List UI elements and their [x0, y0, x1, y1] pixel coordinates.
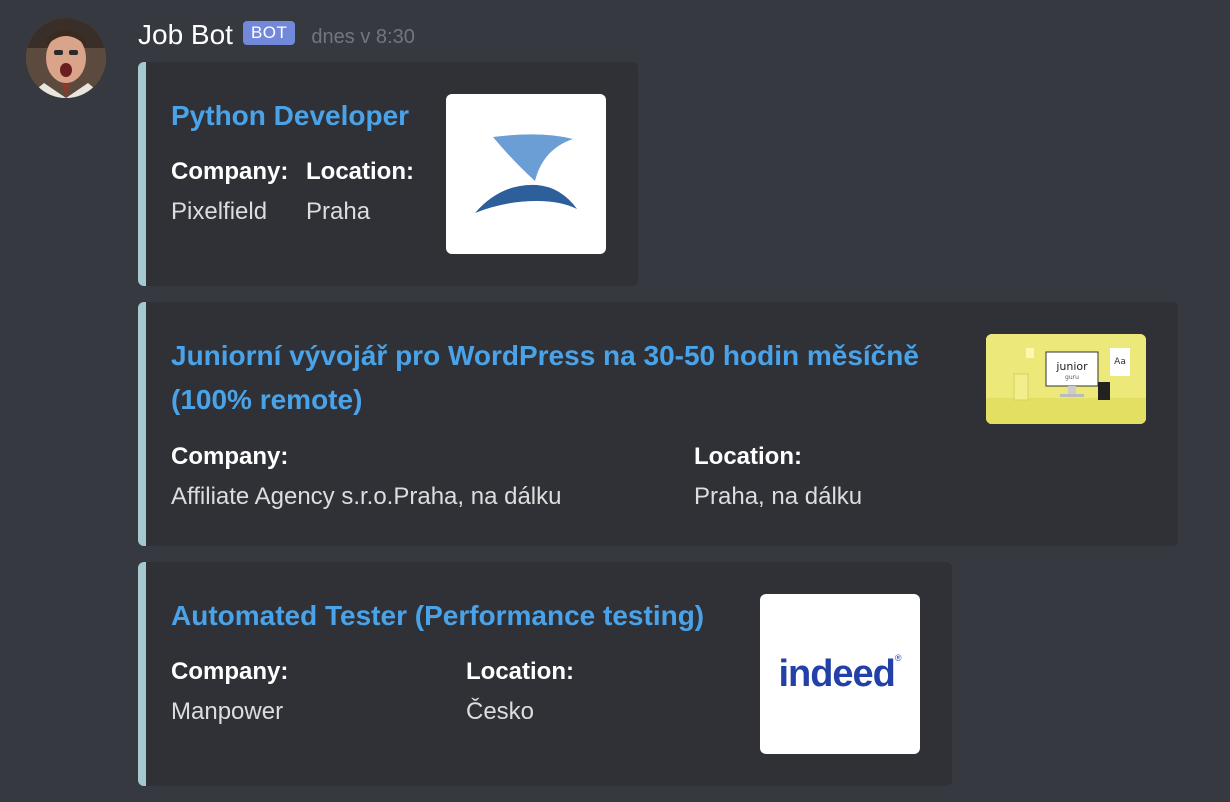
field-name-location: Location:: [306, 158, 414, 185]
field-value-location: Praha: [306, 198, 371, 225]
field-value-company: Affiliate Agency s.r.o.Praha, na dálku: [171, 483, 562, 510]
thumb-card-text: Aa: [1114, 357, 1126, 367]
embed-thumbnail[interactable]: junior guru Aa: [986, 334, 1146, 424]
embed-title-link[interactable]: Automated Tester (Performance testing): [171, 594, 704, 638]
field-name-company: Company:: [171, 158, 289, 185]
indeed-logo-text: indeed: [778, 652, 895, 695]
field-name-location: Location:: [694, 443, 802, 470]
indeed-registered-mark: ®: [894, 652, 902, 663]
embed-title-link[interactable]: Python Developer: [171, 94, 409, 138]
field-value-location: Česko: [466, 698, 535, 725]
message-header: Job Bot BOT dnes v 8:30: [138, 18, 415, 52]
bot-avatar[interactable]: [26, 18, 106, 98]
message-timestamp[interactable]: dnes v 8:30: [311, 26, 414, 49]
embed-thumbnail[interactable]: [446, 94, 606, 254]
embed-title-link[interactable]: Juniorní vývojář pro WordPress na 30-50 …: [171, 334, 919, 378]
field-value-company: Manpower: [171, 698, 284, 725]
field-value-company: Pixelfield: [171, 198, 268, 225]
thumb-guru-text: guru: [1065, 374, 1079, 381]
field-name-location: Location:: [466, 658, 574, 685]
job-embed: Automated Tester (Performance testing) C…: [138, 562, 952, 786]
indeed-logo-icon: indeed®: [778, 653, 901, 696]
embed-title-link-line2[interactable]: (100% remote): [171, 378, 362, 422]
job-embed: Juniorní vývojář pro WordPress na 30-50 …: [138, 302, 1178, 546]
pixelfield-logo-icon: [475, 134, 577, 213]
field-name-company: Company:: [171, 658, 289, 685]
junior-guru-desk-icon: junior guru Aa: [986, 334, 1146, 424]
embed-thumbnail[interactable]: indeed®: [760, 594, 920, 754]
avatar-photo-icon: [26, 18, 106, 98]
author-name[interactable]: Job Bot: [138, 19, 233, 51]
bot-badge: BOT: [242, 21, 296, 45]
field-name-company: Company:: [171, 443, 289, 470]
chat-message: Job Bot BOT dnes v 8:30 Python Developer…: [0, 0, 1230, 802]
thumb-junior-text: junior: [1055, 360, 1088, 373]
field-value-location: Praha, na dálku: [694, 483, 863, 510]
job-embed: Python Developer Company: Pixelfield Loc…: [138, 62, 638, 286]
